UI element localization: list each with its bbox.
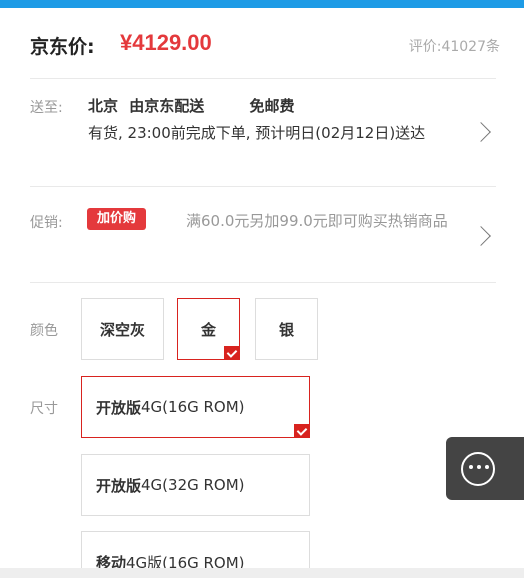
checkmark-icon	[224, 346, 240, 360]
more-dots	[469, 465, 489, 471]
color-option-space-gray[interactable]: 深空灰	[81, 298, 164, 360]
chevron-right-icon[interactable]	[471, 122, 491, 142]
review-count[interactable]: 评价:41027条	[409, 36, 500, 56]
promotion-label: 促销:	[30, 215, 63, 231]
size-label: 尺寸	[30, 401, 58, 417]
review-label: 评价:	[408, 39, 442, 55]
size-edition: 开放版	[96, 476, 142, 495]
color-option-silver[interactable]: 银	[255, 298, 318, 360]
delivery-label: 送至:	[30, 100, 63, 116]
price-value: ¥4129.00	[120, 30, 212, 55]
size-spec: 4G(16G ROM)	[141, 398, 245, 416]
color-option-label: 金	[200, 320, 216, 339]
divider	[30, 282, 496, 283]
promotion-badge: 加价购	[87, 208, 147, 230]
bottom-bar	[0, 568, 524, 578]
divider	[30, 78, 496, 79]
shipping-fee: 免邮费	[249, 97, 295, 115]
more-button[interactable]	[446, 437, 524, 500]
delivery-shipper: 由京东配送	[129, 97, 205, 115]
color-option-label: 深空灰	[99, 320, 145, 339]
delivery-location: 北京	[88, 97, 119, 115]
size-option-open-16g[interactable]: 开放版 4G(16G ROM)	[81, 376, 310, 438]
price-label: 京东价:	[30, 36, 95, 58]
divider	[30, 186, 496, 187]
review-number: 41027条	[441, 39, 500, 55]
checkmark-icon	[294, 424, 310, 438]
color-label: 颜色	[30, 323, 58, 339]
price-row: 京东价: ¥4129.00 评价:41027条	[30, 30, 500, 60]
size-edition: 开放版	[96, 398, 142, 417]
chevron-right-icon[interactable]	[471, 226, 491, 246]
top-status-bar	[0, 0, 524, 8]
color-option-gold[interactable]: 金	[177, 298, 240, 360]
size-spec: 4G(32G ROM)	[141, 476, 245, 494]
size-option-open-32g[interactable]: 开放版 4G(32G ROM)	[81, 454, 310, 516]
delivery-info[interactable]: 北京 由京东配送 免邮费 有货, 23:00前完成下单, 预计明日(02月12日…	[88, 93, 468, 147]
color-option-label: 银	[278, 320, 294, 339]
delivery-status: 有货, 23:00前完成下单, 预计明日(02月12日)送达	[88, 124, 426, 142]
